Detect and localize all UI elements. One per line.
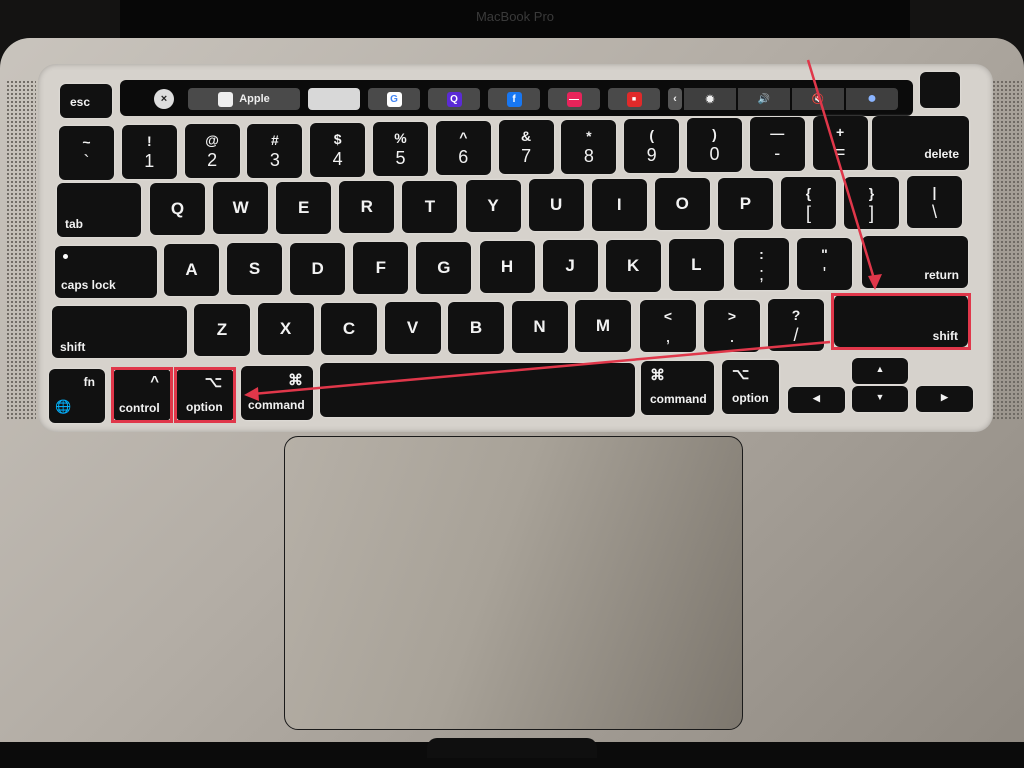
arrowhead-option [244, 387, 259, 401]
arrowhead-shift [868, 274, 882, 290]
arrow-to-shift [806, 59, 877, 283]
arrow-to-option [251, 340, 831, 396]
annotation-arrows [244, 59, 882, 401]
